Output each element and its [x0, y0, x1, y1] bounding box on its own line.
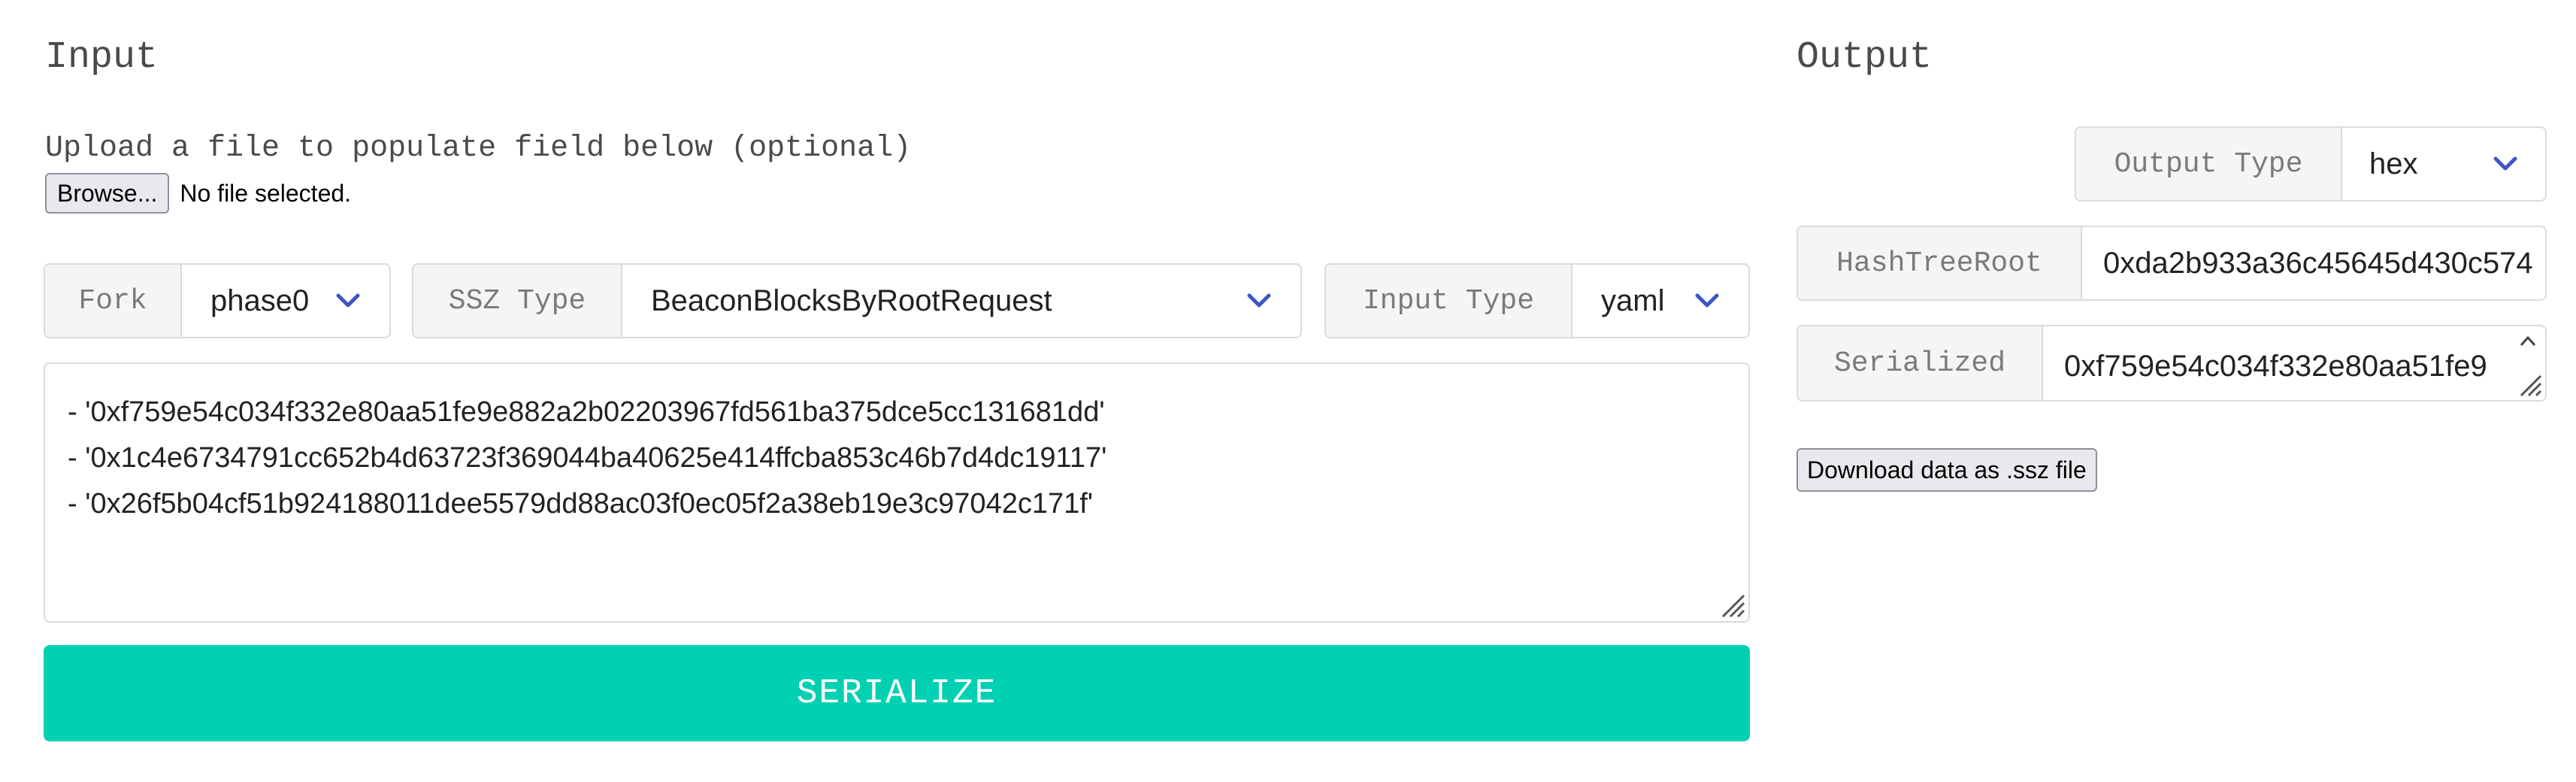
output-type-select[interactable]: hex — [2342, 128, 2545, 200]
serialized-label: Serialized — [1798, 326, 2043, 400]
scroll-up-icon[interactable] — [2518, 334, 2538, 349]
chevron-down-icon — [2493, 156, 2517, 171]
ssz-type-label: SSZ Type — [413, 265, 622, 337]
file-upload: Browse... No file selected. — [45, 173, 351, 214]
download-ssz-button[interactable]: Download data as .ssz file — [1797, 448, 2097, 492]
input-title: Input — [45, 36, 159, 79]
hash-tree-root-input[interactable]: 0xda2b933a36c45645d430c574 — [2082, 227, 2545, 299]
input-line: - '0xf759e54c034f332e80aa51fe9e882a2b022… — [68, 396, 1105, 428]
output-type-field: Output Type hex — [2075, 126, 2547, 202]
resize-grip-icon[interactable] — [1718, 591, 1745, 618]
output-type-label: Output Type — [2076, 128, 2342, 200]
hash-tree-root-field: HashTreeRoot 0xda2b933a36c45645d430c574 — [1797, 226, 2547, 301]
browse-button[interactable]: Browse... — [45, 173, 170, 214]
serialized-value: 0xf759e54c034f332e80aa51fe9 — [2064, 350, 2487, 383]
input-type-field: Input Type yaml — [1324, 263, 1750, 338]
hash-tree-root-label: HashTreeRoot — [1798, 227, 2082, 299]
fork-field: Fork phase0 — [44, 263, 391, 338]
fork-label: Fork — [45, 265, 182, 337]
chevron-down-icon — [1695, 293, 1719, 308]
file-status: No file selected. — [180, 179, 352, 207]
fork-value: phase0 — [210, 283, 310, 317]
upload-label: Upload a file to populate field below (o… — [45, 132, 912, 165]
input-textarea[interactable]: - '0xf759e54c034f332e80aa51fe9e882a2b022… — [44, 362, 1750, 623]
resize-grip-icon[interactable] — [2517, 371, 2542, 397]
input-line: - '0x1c4e6734791cc652b4d63723f369044ba40… — [68, 442, 1107, 474]
fork-select[interactable]: phase0 — [182, 265, 389, 337]
serialized-field: Serialized 0xf759e54c034f332e80aa51fe9 — [1797, 325, 2547, 402]
input-line: - '0x26f5b04cf51b924188011dee5579dd88ac0… — [68, 488, 1094, 520]
ssz-type-value: BeaconBlocksByRootRequest — [651, 283, 1052, 317]
serialize-button[interactable]: SERIALIZE — [44, 645, 1750, 741]
ssz-type-field: SSZ Type BeaconBlocksByRootRequest — [412, 263, 1302, 338]
serialized-textarea[interactable]: 0xf759e54c034f332e80aa51fe9 — [2043, 326, 2545, 400]
output-title: Output — [1797, 36, 1933, 79]
input-type-label: Input Type — [1326, 265, 1573, 337]
input-type-select[interactable]: yaml — [1573, 265, 1748, 337]
input-type-value: yaml — [1601, 283, 1665, 317]
chevron-down-icon — [1247, 293, 1271, 308]
output-type-value: hex — [2369, 147, 2418, 180]
chevron-down-icon — [336, 293, 360, 308]
ssz-type-select[interactable]: BeaconBlocksByRootRequest — [622, 265, 1300, 337]
